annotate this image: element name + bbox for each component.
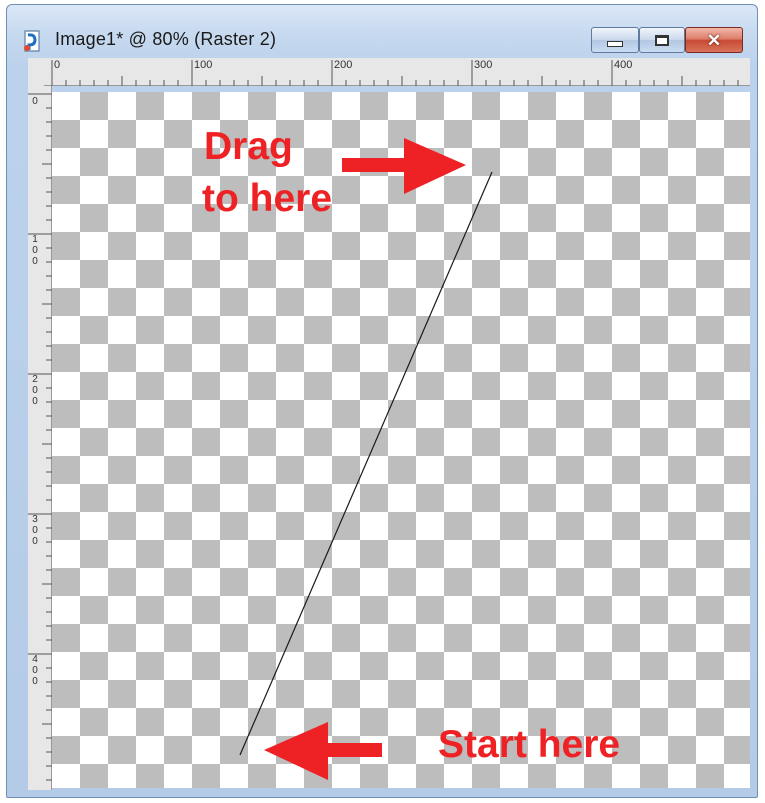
drawn-line [239,171,493,756]
arrow-right-icon [342,138,466,194]
annotation-overlay [239,138,493,780]
arrow-left-icon [264,722,382,780]
drag-label-line2: to here [202,177,333,220]
start-label: Start here [438,723,621,766]
drag-label-line1: Drag [204,125,293,168]
